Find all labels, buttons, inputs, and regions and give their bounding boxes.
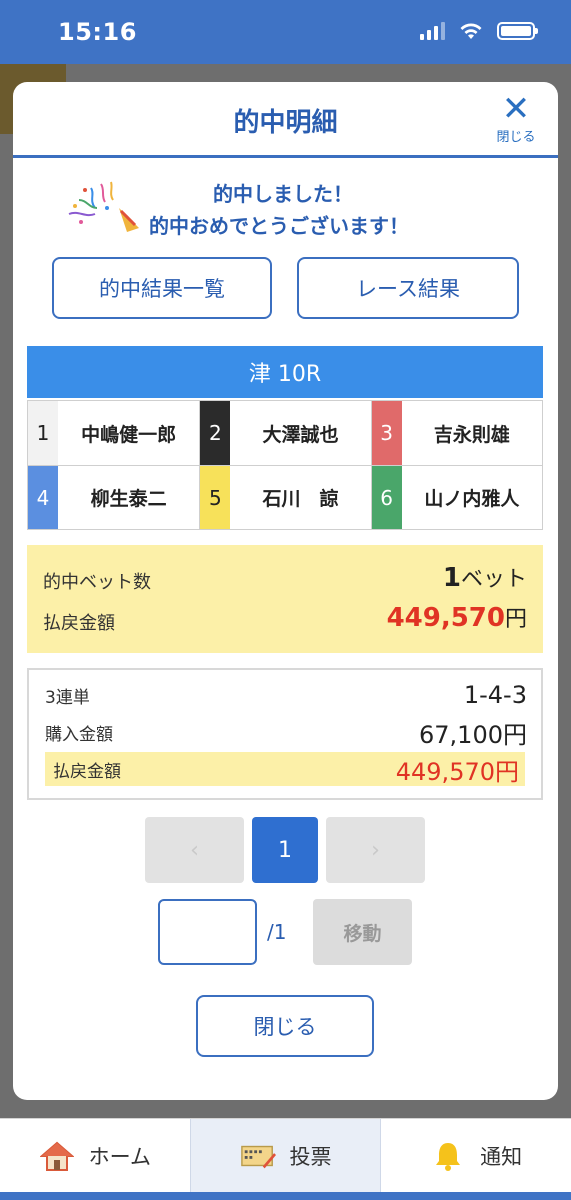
racer-number: 4 — [28, 466, 58, 529]
bet-combination: 1-4-3 — [463, 681, 527, 709]
hit-summary: 的中ベット数 1ベット 払戻金額 449,570円 — [27, 545, 543, 653]
racer-table: 1 中嶋健一郎 2 大澤誠也 3 吉永則雄 4 柳生泰二 5 石川 諒 6 山ノ… — [27, 400, 543, 530]
racer-number: 5 — [200, 466, 231, 529]
modal-close-button[interactable]: ✕ 閉じる — [488, 89, 544, 145]
status-icons — [420, 22, 538, 40]
cellular-signal-icon — [420, 22, 445, 40]
status-bar: 15:16 — [0, 0, 571, 64]
racer-name: 大澤誠也 — [262, 423, 339, 446]
bet-type: 3連単 — [45, 687, 90, 708]
status-time: 15:16 — [58, 18, 137, 46]
move-button[interactable]: 移動 — [313, 899, 412, 965]
purchase-row: 購入金額 67,100円 — [45, 715, 527, 749]
racer-number: 1 — [28, 401, 58, 465]
tab-vote[interactable]: 投票 — [189, 1119, 381, 1192]
payout-label: 払戻金額 — [43, 613, 115, 634]
modal-header: 的中明細 ✕ 閉じる — [13, 82, 558, 158]
racer-number: 2 — [200, 401, 231, 465]
racer-cell: 5 石川 諒 — [199, 466, 370, 529]
racer-name: 柳生泰二 — [90, 488, 167, 510]
close-icon: ✕ — [501, 89, 531, 129]
hit-detail-modal: 的中明細 ✕ 閉じる 的中しました！ 的中おめでとうございます！ 的中結果一覧 … — [13, 82, 558, 1100]
detail-payout-amount: 449,570円 — [395, 757, 519, 786]
detail-payout-label: 払戻金額 — [53, 761, 121, 782]
bottom-edge — [0, 1192, 571, 1200]
racer-cell: 6 山ノ内雅人 — [370, 466, 542, 529]
page-total: /1 — [267, 920, 287, 944]
bet-count-unit: ベット — [460, 567, 527, 592]
tab-home[interactable]: ホーム — [0, 1119, 190, 1192]
congrats-line-2: 的中おめでとうございます！ — [149, 214, 409, 238]
hit-results-list-button[interactable]: 的中結果一覧 — [52, 257, 272, 319]
close-button[interactable]: 閉じる — [196, 995, 374, 1057]
racer-row: 4 柳生泰二 5 石川 諒 6 山ノ内雅人 — [28, 465, 542, 529]
racer-cell: 4 柳生泰二 — [28, 466, 199, 529]
congrats-line-1: 的中しました！ — [213, 182, 353, 206]
tab-notifications-label: 通知 — [480, 1144, 523, 1169]
bet-count-label: 的中ベット数 — [43, 572, 151, 593]
payout-value: 449,570円 — [387, 601, 527, 633]
racer-row: 1 中嶋健一郎 2 大澤誠也 3 吉永則雄 — [28, 401, 542, 465]
bell-icon — [430, 1139, 466, 1173]
tab-notifications[interactable]: 通知 — [380, 1119, 571, 1192]
race-title: 津 10R — [27, 346, 543, 398]
pager-current-page[interactable]: 1 — [252, 817, 318, 883]
ticket-icon — [240, 1139, 276, 1173]
racer-name: 石川 諒 — [262, 488, 339, 510]
pager-prev-button[interactable]: ‹ — [145, 817, 244, 883]
racer-cell: 3 吉永則雄 — [370, 401, 542, 465]
racer-name: 吉永則雄 — [433, 423, 510, 446]
racer-number: 3 — [371, 401, 402, 465]
purchase-amount: 67,100円 — [419, 720, 527, 749]
wifi-icon — [460, 23, 482, 39]
battery-icon — [497, 22, 538, 40]
pager-next-button[interactable]: › — [326, 817, 425, 883]
tab-vote-label: 投票 — [289, 1144, 332, 1169]
modal-title: 的中明細 — [233, 108, 338, 138]
home-icon — [39, 1139, 75, 1173]
modal-close-label: 閉じる — [496, 130, 536, 145]
tab-home-label: ホーム — [88, 1144, 152, 1169]
bet-count-number: 1 — [442, 563, 461, 593]
racer-name: 中嶋健一郎 — [81, 423, 177, 446]
payout-unit: 円 — [504, 607, 527, 632]
congrats-message: 的中しました！ 的中おめでとうございます！ — [13, 172, 558, 242]
racer-number: 6 — [371, 466, 402, 529]
bet-detail: 3連単 1-4-3 購入金額 67,100円 払戻金額 449,570円 — [27, 668, 543, 800]
racer-cell: 2 大澤誠也 — [199, 401, 370, 465]
bottom-tab-bar: ホーム 投票 通知 — [0, 1118, 571, 1192]
bet-type-row: 3連単 1-4-3 — [45, 678, 527, 712]
racer-name: 山ノ内雅人 — [424, 488, 520, 510]
payout-amount: 449,570 — [386, 603, 505, 633]
page-number-input[interactable] — [158, 899, 257, 965]
bet-count-value: 1ベット — [443, 561, 527, 593]
chevron-right-icon: › — [371, 837, 380, 863]
detail-payout-row: 払戻金額 449,570円 — [45, 752, 525, 786]
racer-cell: 1 中嶋健一郎 — [28, 401, 199, 465]
purchase-label: 購入金額 — [45, 724, 113, 745]
chevron-left-icon: ‹ — [190, 837, 199, 863]
race-results-button[interactable]: レース結果 — [297, 257, 519, 319]
party-popper-icon — [68, 181, 139, 232]
